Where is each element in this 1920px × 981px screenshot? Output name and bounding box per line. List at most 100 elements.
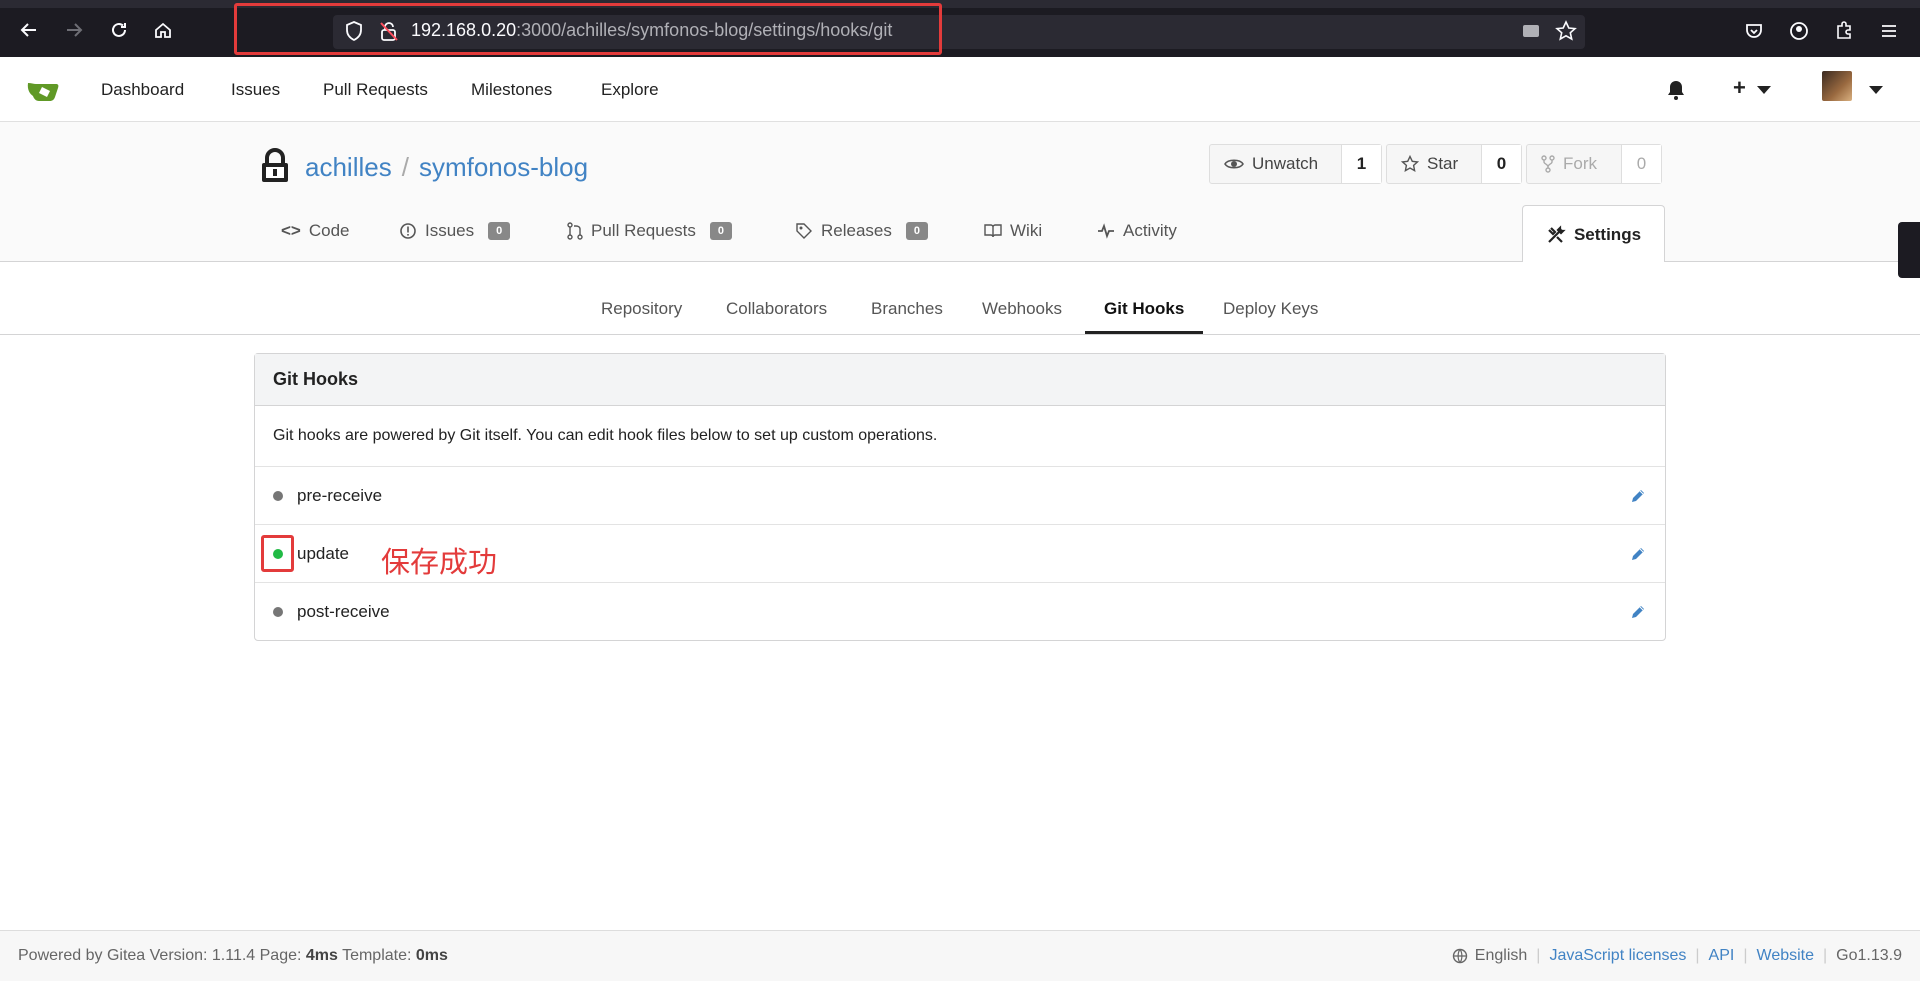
- bookmark-star-icon[interactable]: [1555, 20, 1577, 42]
- footer-divider: |: [1695, 947, 1700, 964]
- unwatch-label: Unwatch: [1252, 154, 1319, 173]
- fork-label: Fork: [1563, 154, 1597, 173]
- tab-wiki[interactable]: Wiki: [984, 221, 1042, 241]
- template-time: 0ms: [415, 947, 448, 964]
- api-link[interactable]: API: [1709, 947, 1735, 965]
- tab-settings[interactable]: Settings: [1522, 205, 1665, 263]
- panel-title: Git Hooks: [255, 354, 1665, 406]
- save-success-annotation: 保存成功: [381, 545, 498, 579]
- menu-icon[interactable]: [1878, 20, 1900, 42]
- subtab-webhooks[interactable]: Webhooks: [982, 299, 1062, 319]
- nav-explore[interactable]: Explore: [601, 80, 659, 100]
- footer-divider: |: [1536, 947, 1541, 964]
- chevron-down-icon[interactable]: [1869, 86, 1883, 94]
- fork-button: Fork 0: [1526, 144, 1662, 184]
- create-new-dropdown[interactable]: +: [1733, 75, 1746, 101]
- nav-milestones[interactable]: Milestones: [471, 80, 552, 100]
- url-highlight-box: [234, 3, 942, 55]
- footer-version-info: Powered by Gitea Version: 1.11.4 Page: 4…: [18, 947, 448, 965]
- subtab-repository[interactable]: Repository: [601, 299, 682, 319]
- page-time: 4ms: [305, 947, 338, 964]
- reload-icon: [112, 22, 126, 37]
- browser-toolbar: 192.168.0.20:3000/achilles/symfonos-blog…: [0, 0, 1920, 57]
- footer-divider: |: [1823, 947, 1828, 964]
- pencil-icon[interactable]: [1629, 603, 1647, 621]
- star-button[interactable]: Star 0: [1386, 144, 1522, 184]
- repo-title-separator: /: [401, 152, 409, 182]
- tag-icon: [796, 223, 812, 239]
- javascript-licenses-link[interactable]: JavaScript licenses: [1549, 947, 1686, 965]
- tab-releases[interactable]: Releases 0: [795, 221, 928, 241]
- star-label: Star: [1427, 154, 1459, 173]
- hook-name: update: [297, 543, 349, 563]
- hook-status-dot: [273, 490, 283, 501]
- pencil-icon[interactable]: [1629, 545, 1647, 563]
- plus-icon: +: [1733, 75, 1746, 100]
- user-avatar[interactable]: [1822, 71, 1852, 101]
- tab-settings-label: Settings: [1573, 224, 1642, 244]
- unwatch-button[interactable]: Unwatch 1: [1209, 144, 1382, 184]
- template-label: Template:: [337, 947, 416, 964]
- issues-count-badge: 0: [488, 222, 511, 240]
- subtab-collaborators[interactable]: Collaborators: [726, 299, 827, 319]
- fork-count: 0: [1621, 145, 1661, 183]
- code-icon: <>: [281, 221, 301, 240]
- pencil-icon[interactable]: [1629, 487, 1647, 505]
- website-link[interactable]: Website: [1757, 947, 1815, 965]
- account-icon[interactable]: [1788, 20, 1810, 42]
- chevron-down-icon: [1757, 86, 1771, 94]
- tab-code-label: Code: [308, 221, 350, 240]
- settings-subnav: Repository Collaborators Branches Webhoo…: [0, 262, 1920, 335]
- notifications-bell-icon[interactable]: [1665, 79, 1687, 101]
- status-highlight-box: [261, 535, 294, 572]
- tab-pull-requests[interactable]: Pull Requests 0: [567, 221, 733, 241]
- book-icon: [984, 224, 1002, 238]
- language-selector[interactable]: English: [1475, 947, 1527, 965]
- nav-pull-requests[interactable]: Pull Requests: [323, 80, 428, 100]
- lock-icon: [262, 148, 288, 182]
- back-button[interactable]: [13, 14, 45, 46]
- releases-count-badge: 0: [905, 222, 928, 240]
- tab-issues[interactable]: Issues 0: [399, 221, 511, 241]
- subtab-git-hooks[interactable]: Git Hooks: [1104, 299, 1184, 319]
- pull-request-icon: [567, 222, 583, 240]
- hook-row-pre-receive: pre-receive: [255, 467, 1665, 525]
- nav-issues[interactable]: Issues: [231, 80, 280, 100]
- go-version: Go1.13.9: [1836, 947, 1902, 964]
- panel-description: Git hooks are powered by Git itself. You…: [255, 406, 1665, 467]
- footer-divider: |: [1743, 947, 1748, 964]
- star-icon: [1401, 155, 1419, 172]
- git-hooks-panel: Git Hooks Git hooks are powered by Git i…: [254, 353, 1666, 641]
- home-button[interactable]: [147, 14, 179, 46]
- gitea-navbar: Dashboard Issues Pull Requests Milestone…: [0, 57, 1920, 122]
- repo-title: achilles / symfonos-blog: [305, 152, 588, 183]
- fork-icon: [1541, 155, 1555, 173]
- repo-owner-link[interactable]: achilles: [305, 152, 392, 182]
- star-count[interactable]: 0: [1481, 145, 1521, 183]
- reload-button[interactable]: [103, 14, 135, 46]
- pulse-icon: [1098, 223, 1114, 239]
- footer: Powered by Gitea Version: 1.11.4 Page: 4…: [0, 930, 1920, 981]
- subtab-deploy-keys[interactable]: Deploy Keys: [1223, 299, 1318, 319]
- nav-dashboard[interactable]: Dashboard: [101, 80, 184, 100]
- side-panel-handle[interactable]: [1898, 222, 1920, 278]
- tab-wiki-label: Wiki: [1010, 221, 1043, 240]
- gitea-logo-icon[interactable]: [26, 77, 62, 103]
- reader-view-icon[interactable]: [1520, 20, 1542, 42]
- hook-row-post-receive: post-receive: [255, 583, 1665, 641]
- active-subtab-underline: [1085, 331, 1203, 334]
- globe-icon: [1452, 948, 1467, 964]
- tab-code[interactable]: <> Code: [281, 221, 350, 241]
- subtab-branches[interactable]: Branches: [871, 299, 943, 319]
- tab-activity-label: Activity: [1123, 221, 1177, 240]
- hook-name: post-receive: [297, 602, 390, 621]
- pocket-icon[interactable]: [1743, 20, 1765, 42]
- repo-header: achilles / symfonos-blog Unwatch 1 Star 0 …: [0, 122, 1920, 263]
- extensions-icon[interactable]: [1833, 20, 1855, 42]
- tab-activity[interactable]: Activity: [1097, 221, 1177, 241]
- forward-button[interactable]: [58, 14, 90, 46]
- watch-count[interactable]: 1: [1341, 145, 1381, 183]
- repo-name-link[interactable]: symfonos-blog: [419, 152, 588, 182]
- arrow-left-icon: [20, 23, 36, 37]
- arrow-right-icon: [67, 23, 83, 37]
